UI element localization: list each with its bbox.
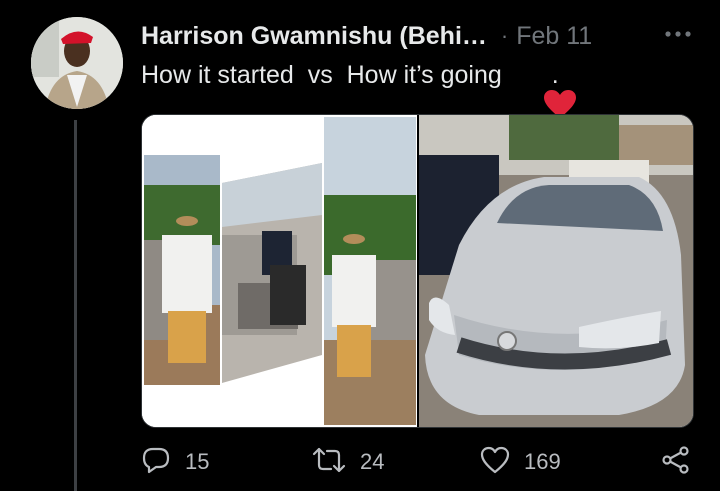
tweet-header: Harrison Gwamnishu (Behi… · Feb 11	[141, 20, 691, 52]
reply-count: 15	[185, 449, 210, 474]
header-separator: ·	[500, 23, 509, 48]
retweet-count: 24	[360, 449, 385, 474]
car-photo[interactable]	[419, 115, 693, 427]
tweet-actions: 15 24 169	[141, 444, 701, 480]
like-button[interactable]: 169	[480, 444, 561, 480]
share-icon	[661, 445, 691, 480]
reply-icon	[141, 445, 171, 480]
tweet-text: How it started vs How it’s going .	[141, 60, 576, 118]
collage-photo[interactable]	[142, 115, 417, 427]
tweet-text-main: How it started vs How it’s going	[141, 60, 509, 89]
like-count: 169	[524, 449, 561, 474]
tweet-media[interactable]	[141, 114, 694, 428]
retweet-button[interactable]: 24	[312, 444, 384, 480]
heart-icon	[480, 446, 510, 479]
share-button[interactable]	[661, 444, 691, 480]
tweet-text-end: .	[551, 60, 559, 89]
tweet-date[interactable]: Feb 11	[516, 22, 592, 51]
more-options-icon[interactable]	[664, 24, 692, 44]
retweet-icon	[312, 445, 346, 480]
red-heart-emoji-icon	[515, 60, 576, 118]
author-avatar[interactable]	[31, 17, 123, 109]
reply-button[interactable]: 15	[141, 444, 209, 480]
author-display-name[interactable]: Harrison Gwamnishu (Behi…	[141, 22, 487, 51]
thread-line	[74, 120, 77, 491]
